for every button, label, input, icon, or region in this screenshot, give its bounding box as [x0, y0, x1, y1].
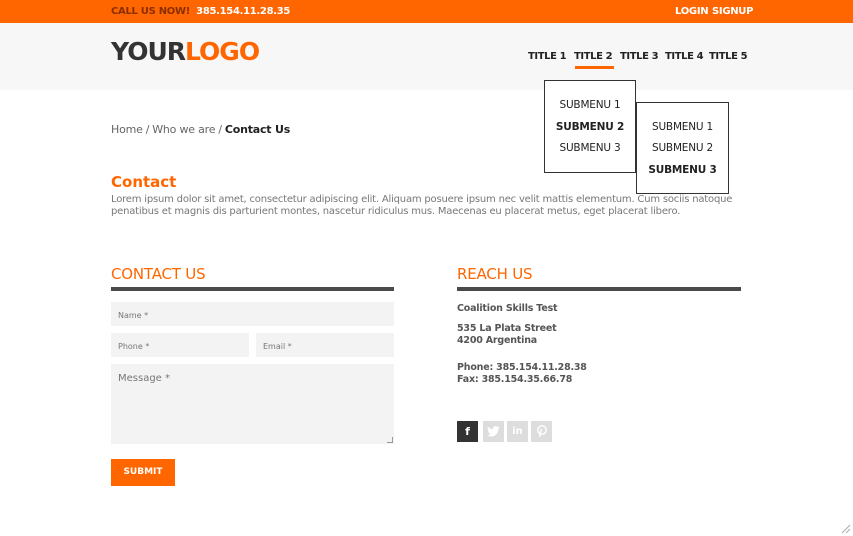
- resize-handle-icon[interactable]: [387, 437, 393, 443]
- nav-title-4[interactable]: TITLE 4: [665, 51, 704, 62]
- submit-button[interactable]: SUBMIT: [111, 459, 175, 486]
- breadcrumb-separator: /: [218, 123, 222, 136]
- breadcrumb-who-we-are[interactable]: Who we are: [152, 123, 215, 136]
- address-line-1: 535 La Plata Street: [457, 323, 557, 334]
- pinterest-logo-icon: [536, 425, 547, 438]
- reach-us-title: REACH US: [457, 265, 533, 283]
- call-us: CALL US NOW! 385.154.11.28.35: [111, 6, 290, 17]
- nested-submenu-item-3[interactable]: SUBMENU 3: [637, 164, 728, 176]
- breadcrumb-current: Contact Us: [224, 123, 291, 136]
- nav-title-3[interactable]: TITLE 3: [620, 51, 659, 62]
- phone-field[interactable]: Phone *: [111, 333, 249, 357]
- submenu-dropdown: SUBMENU 1 SUBMENU 2 SUBMENU 3: [544, 80, 636, 173]
- company-name: Coalition Skills Test: [457, 303, 558, 314]
- submenu-item-3[interactable]: SUBMENU 3: [545, 142, 635, 154]
- nested-submenu-item-2[interactable]: SUBMENU 2: [637, 142, 728, 154]
- contact-phone: Phone: 385.154.11.28.38: [457, 362, 587, 373]
- email-placeholder: Email *: [263, 342, 292, 351]
- twitter-bird-icon: [487, 426, 500, 437]
- nested-submenu-dropdown: SUBMENU 1 SUBMENU 2 SUBMENU 3: [636, 102, 729, 194]
- facebook-icon[interactable]: f: [457, 421, 478, 442]
- message-field[interactable]: Message *: [111, 364, 394, 444]
- site-logo[interactable]: YOURLOGO: [111, 37, 260, 66]
- contact-us-title: CONTACT US: [111, 265, 206, 283]
- contact-us-divider: [111, 287, 394, 291]
- phone-placeholder: Phone *: [118, 342, 150, 351]
- message-placeholder: Message *: [118, 373, 171, 384]
- header: YOURLOGO TITLE 1 TITLE 2 TITLE 3 TITLE 4…: [0, 23, 853, 90]
- nav-title-2[interactable]: TITLE 2: [574, 51, 615, 69]
- breadcrumb-home[interactable]: Home: [111, 123, 143, 136]
- address-line-2: 4200 Argentina: [457, 335, 537, 346]
- reach-us-divider: [457, 287, 741, 291]
- page-title: Contact: [111, 173, 177, 191]
- logo-part-your: YOUR: [111, 37, 186, 66]
- call-us-phone[interactable]: 385.154.11.28.35: [196, 6, 290, 17]
- nested-submenu-item-1[interactable]: SUBMENU 1: [637, 121, 728, 133]
- breadcrumb-separator: /: [145, 123, 150, 136]
- submenu-item-1[interactable]: SUBMENU 1: [545, 99, 635, 111]
- email-field[interactable]: Email *: [256, 333, 394, 357]
- name-placeholder: Name *: [118, 311, 149, 320]
- submenu-item-2[interactable]: SUBMENU 2: [545, 121, 635, 133]
- logo-part-logo: LOGO: [185, 37, 260, 66]
- breadcrumb: Home / Who we are / Contact Us: [111, 123, 290, 136]
- contact-fax: Fax: 385.154.35.66.78: [457, 374, 573, 385]
- top-bar: CALL US NOW! 385.154.11.28.35 LOGIN SIGN…: [0, 0, 853, 23]
- twitter-icon[interactable]: [483, 421, 504, 442]
- linkedin-icon[interactable]: in: [507, 421, 528, 442]
- intro-text: Lorem ipsum dolor sit amet, consectetur …: [111, 194, 733, 217]
- nav-title-5[interactable]: TITLE 5: [709, 51, 748, 62]
- pinterest-icon[interactable]: [531, 421, 552, 442]
- resize-grip-icon[interactable]: [841, 524, 851, 534]
- name-field[interactable]: Name *: [111, 302, 394, 326]
- nav-title-1[interactable]: TITLE 1: [528, 51, 567, 62]
- signup-link[interactable]: SIGNUP: [712, 6, 753, 17]
- login-link[interactable]: LOGIN: [675, 6, 709, 17]
- call-us-label: CALL US NOW!: [111, 6, 190, 17]
